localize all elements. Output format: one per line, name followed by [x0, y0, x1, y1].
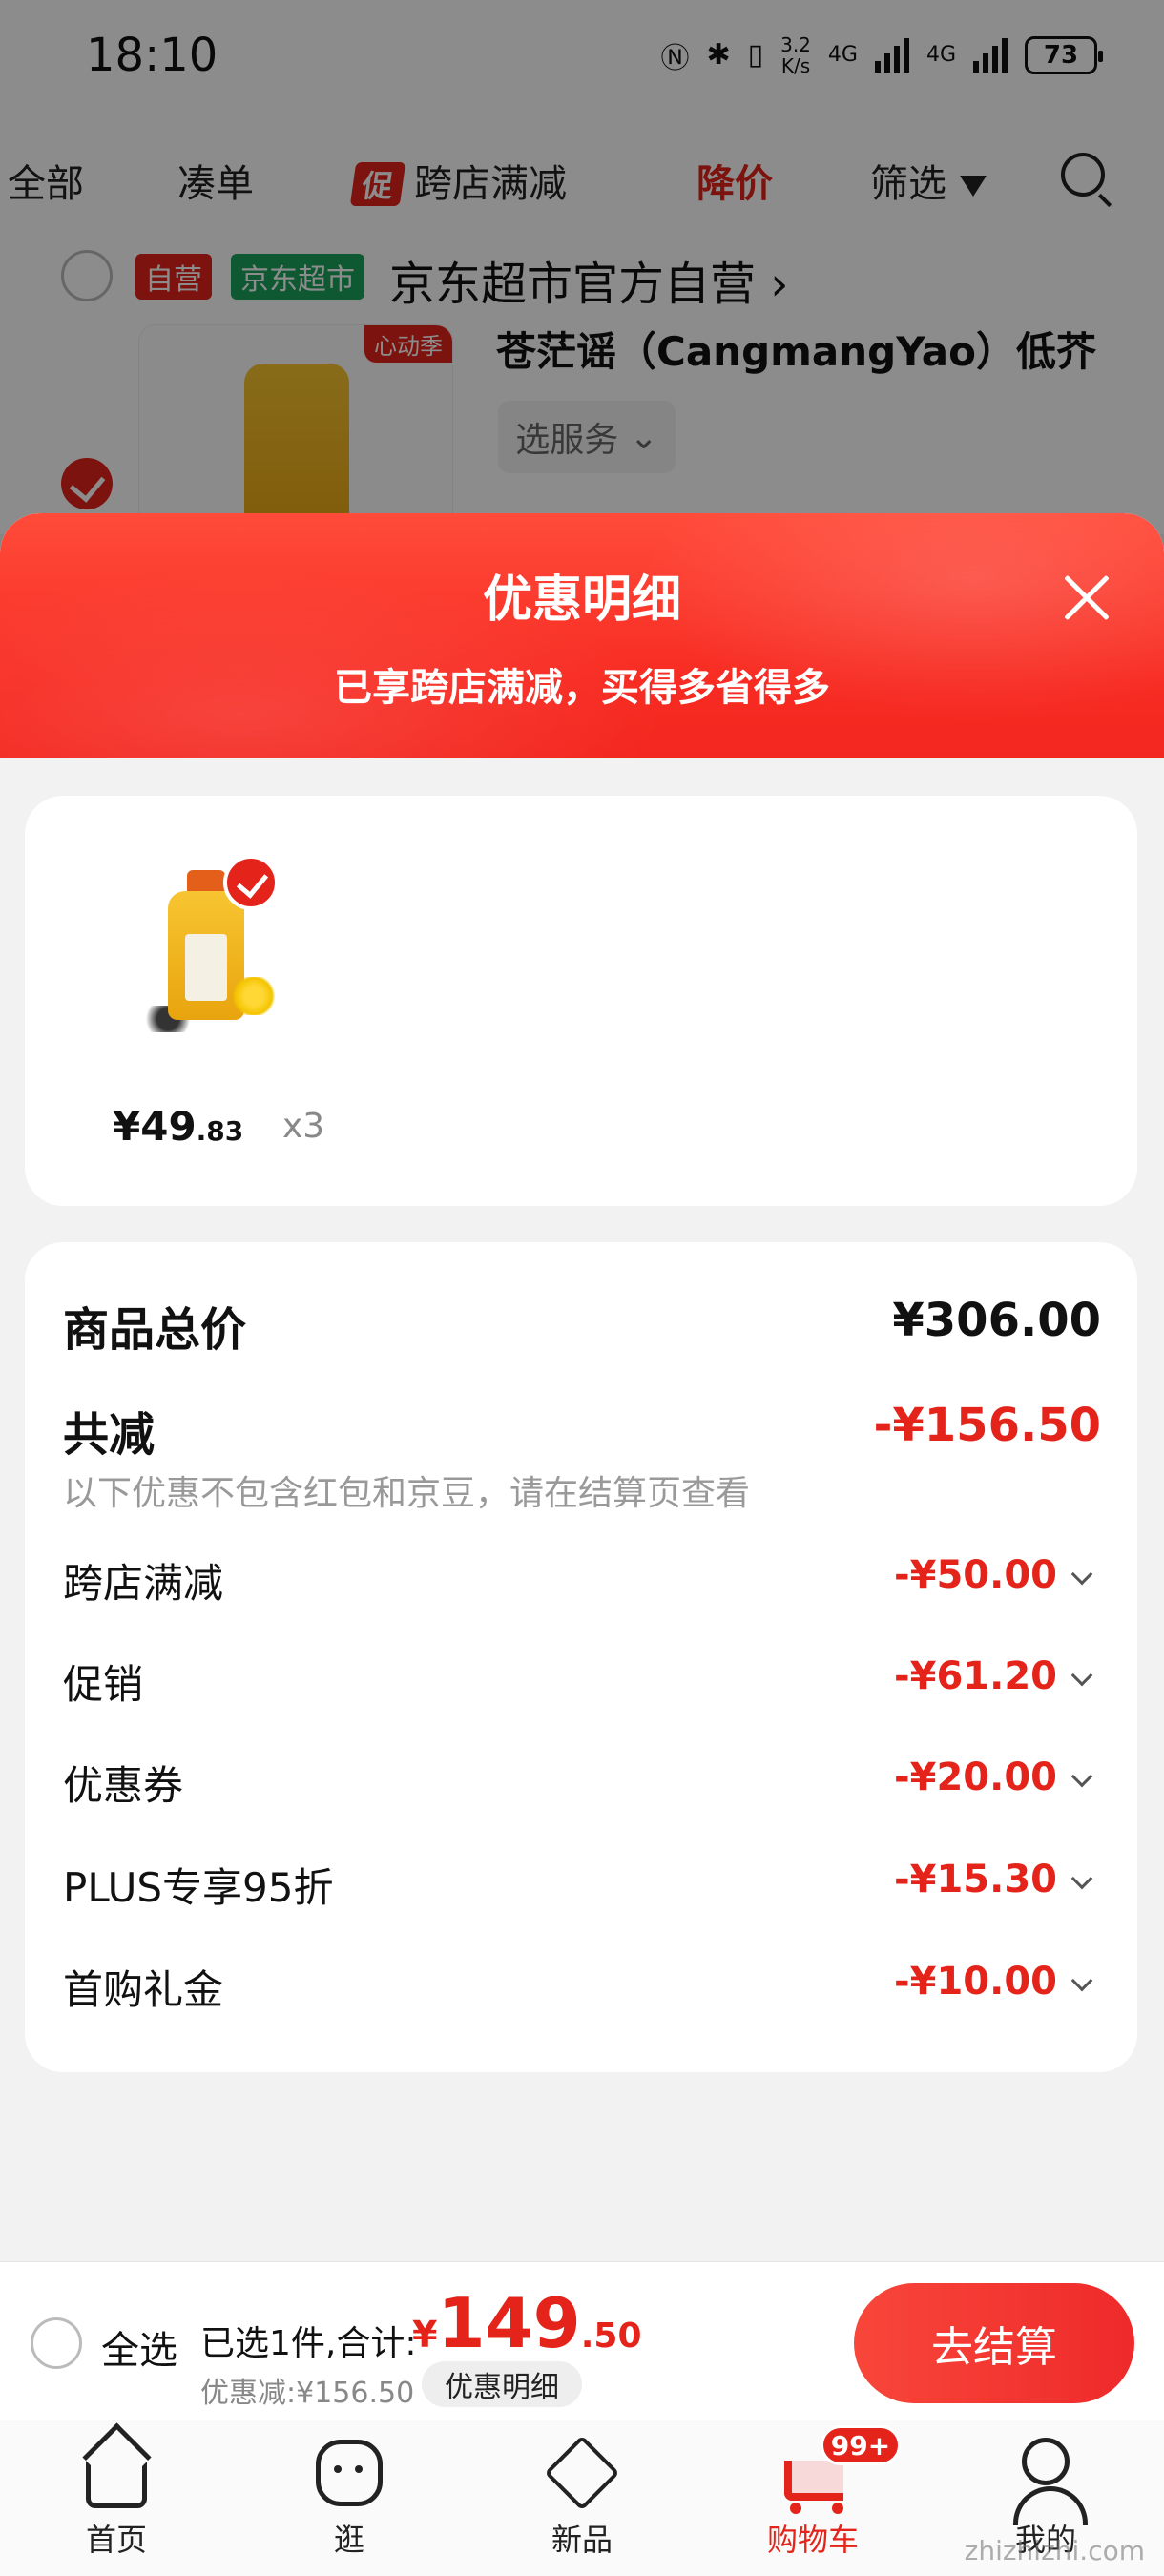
- home-icon: [86, 2451, 147, 2508]
- bottle-label-graphic: [185, 934, 227, 1001]
- cart-icon: [784, 2461, 843, 2514]
- checkout-bar: 全选 已选1件,合计: ¥149.50 优惠减:¥156.50 优惠明细 去结算: [0, 2261, 1164, 2420]
- selected-count-text: 已选1件,合计:: [200, 2324, 417, 2363]
- discount-row-value: -¥61.20: [894, 1654, 1057, 1698]
- chevron-down-icon: [1070, 1664, 1093, 1687]
- new-products-icon: [544, 2435, 620, 2511]
- item-checked-icon: [223, 855, 279, 910]
- price-detail-card: 商品总价 ¥306.00 共减 -¥156.50 以下优惠不包含红包和京豆，请在…: [25, 1242, 1137, 2072]
- discount-row-label: 优惠券: [63, 1762, 184, 1809]
- nav-new-products[interactable]: 新品: [506, 2420, 658, 2576]
- page: 18:10 Ⓝ ✱ ▯ 3.2 K/s 4G 4G 73 全部 凑单 促跨店满减: [0, 0, 1164, 2576]
- chevron-down-icon: [1070, 1765, 1093, 1788]
- selected-items-card: ¥49.83 x3: [25, 796, 1137, 1206]
- discount-amount-text: 优惠减:¥156.50: [200, 2377, 415, 2410]
- total-price-label: 商品总价: [63, 1303, 247, 1357]
- total-price-main: 149: [437, 2283, 581, 2363]
- flower-graphic: [230, 977, 278, 1015]
- nav-discover-label: 逛: [333, 2522, 364, 2558]
- discount-row-value: -¥10.00: [894, 1960, 1057, 2004]
- discount-row-label: PLUS专享95折: [63, 1864, 334, 1911]
- cart-count-badge: 99+: [821, 2425, 901, 2465]
- total-price: ¥149.50: [412, 2283, 642, 2363]
- sheet-header: 优惠明细 已享跨店满减，买得多省得多: [0, 513, 1164, 758]
- item-price-cents: .83: [196, 1115, 244, 1147]
- total-price-currency: ¥: [412, 2314, 438, 2356]
- checkout-button[interactable]: 去结算: [854, 2283, 1134, 2403]
- total-discount-value: -¥156.50: [873, 1399, 1101, 1452]
- select-all-label[interactable]: 全选: [101, 2319, 177, 2375]
- item-price-main: ¥49: [113, 1103, 197, 1150]
- total-price-decimal: .50: [580, 2316, 642, 2356]
- profile-icon: [1013, 2438, 1088, 2525]
- discount-row-value: -¥15.30: [894, 1858, 1057, 1901]
- nav-home-label: 首页: [85, 2522, 147, 2558]
- nav-discover[interactable]: 逛: [273, 2420, 426, 2576]
- discount-row-value: -¥50.00: [894, 1553, 1057, 1597]
- sheet-title: 优惠明细: [482, 571, 681, 629]
- item-quantity: x3: [282, 1107, 325, 1146]
- item-price: ¥49.83: [113, 1103, 243, 1150]
- discover-icon: [316, 2440, 383, 2506]
- discount-row-label: 促销: [63, 1661, 144, 1708]
- nav-new-products-label: 新品: [551, 2522, 613, 2558]
- discount-row-label: 首购礼金: [63, 1966, 224, 2013]
- total-price-value: ¥306.00: [892, 1294, 1101, 1347]
- watermark: zhizhizhi.com: [964, 2535, 1145, 2566]
- nav-cart-label: 购物车: [766, 2522, 859, 2558]
- sheet-subtitle: 已享跨店满减，买得多省得多: [334, 666, 830, 710]
- chevron-down-icon: [1070, 1867, 1093, 1890]
- chevron-down-icon: [1070, 1563, 1093, 1586]
- close-icon[interactable]: [1057, 569, 1114, 626]
- select-all-checkbox[interactable]: [31, 2317, 82, 2369]
- discount-row-value: -¥20.00: [894, 1755, 1057, 1799]
- discount-row-label: 跨店满减: [63, 1560, 224, 1607]
- discount-detail-button[interactable]: 优惠明细: [422, 2361, 582, 2407]
- discount-note: 以下优惠不包含红包和京豆，请在结算页查看: [63, 1474, 751, 1513]
- chevron-down-icon: [1070, 1969, 1093, 1992]
- nav-home[interactable]: 首页: [40, 2420, 193, 2576]
- total-discount-label: 共减: [63, 1408, 156, 1462]
